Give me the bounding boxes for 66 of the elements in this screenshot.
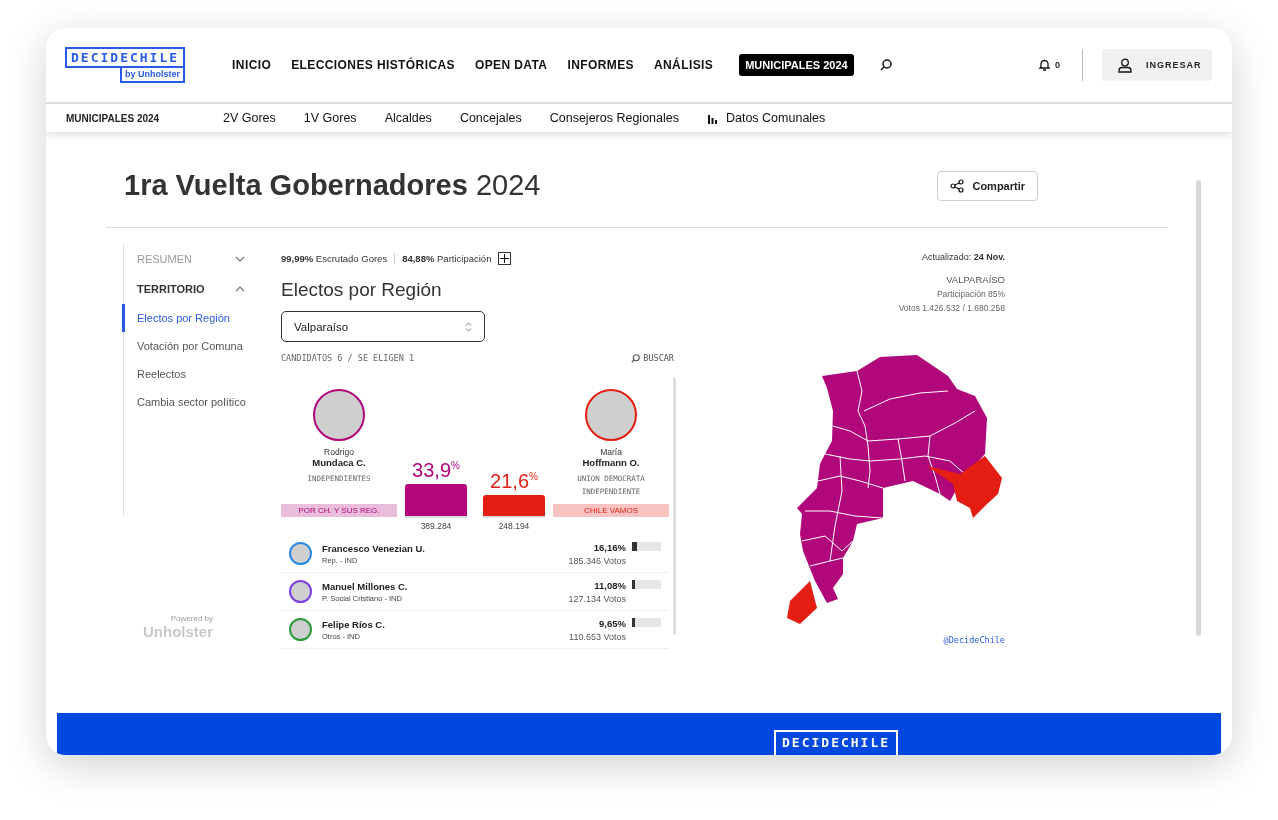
banner-logo: DECIDECHILE — [774, 730, 899, 755]
plus-icon — [500, 254, 510, 263]
subnav-link[interactable]: 1V Gores — [303, 111, 357, 125]
sidebar-section[interactable]: TERRITORIO — [124, 274, 245, 304]
updated-text: Actualizado: 24 Nov. — [922, 252, 1005, 262]
subnav-link[interactable]: Alcaldes — [384, 111, 432, 125]
nav-link[interactable]: OPEN DATA — [474, 58, 548, 72]
credit-text: @DecideChile — [943, 635, 1005, 645]
page-title: 1ra Vuelta Gobernadores 2024 — [124, 169, 541, 202]
subnav-link[interactable]: Concejales — [459, 111, 522, 125]
scrollbar[interactable] — [1196, 180, 1201, 636]
votes-text: Votos 1.426.532 / 1.680.258 — [898, 303, 1005, 313]
sidebar-item[interactable]: Electos por Región — [122, 304, 281, 332]
candidate-votes: 248.194 — [498, 521, 530, 531]
section-heading: Electos por Región — [281, 279, 443, 301]
stat-text: 99,99% Escrutado Gores — [281, 253, 388, 264]
login-button[interactable]: INGRESAR — [1102, 49, 1212, 81]
candidate-percent: 21,6$^{%}$ — [490, 470, 538, 494]
expand-button[interactable] — [498, 252, 512, 265]
sidebar-item[interactable]: Reelectos — [124, 360, 281, 388]
nav-link[interactable]: ELECCIONES HISTÓRICAS — [291, 58, 455, 72]
candidate-votes: 389.284 — [420, 521, 452, 531]
nav-link[interactable]: ANÁLISIS — [653, 58, 714, 72]
candidate-last-name: Mundaca C. — [312, 457, 366, 468]
pact-tag: CHILE VAMOS — [553, 504, 669, 517]
share-icon — [950, 178, 965, 193]
subnav-link[interactable]: Consejeros Regionales — [549, 111, 679, 125]
subnav-link[interactable]: 2V Gores — [223, 111, 276, 125]
candidate-name: Manuel Millones C. — [322, 580, 409, 592]
participation-text: Participación 85% — [936, 289, 1005, 299]
chevron-icon — [235, 256, 245, 262]
candidate-votes: 127.134 Votos — [568, 593, 626, 604]
candidate-percent: 11,08% — [594, 579, 626, 591]
bar-chart-icon — [706, 112, 718, 124]
sidebar-item[interactable]: Cambia sector político — [124, 388, 281, 416]
pact-tag: POR CH. Y SUS REG. — [281, 504, 397, 517]
candidates-count: CANDIDATOS 6 / SE ELIGEN 1 — [281, 353, 415, 363]
candidate-first-name: María — [600, 447, 622, 457]
chevron-icon — [235, 286, 245, 292]
nav-link[interactable]: INICIO — [232, 58, 272, 72]
region-select[interactable]: Valparaíso — [281, 311, 485, 342]
updown-icon — [465, 321, 472, 332]
candidate-votes: 185.346 Votos — [568, 555, 626, 566]
search-link[interactable]: BUSCAR — [631, 353, 674, 363]
subnav-link[interactable]: Datos Comunales — [706, 111, 826, 125]
bell-icon[interactable] — [1038, 58, 1051, 72]
stat-text: 84,88% Participación — [402, 253, 492, 264]
candidate-name: Felipe Ríos C. — [322, 618, 386, 630]
region-name: VALPARAÍSO — [946, 274, 1005, 285]
sidebar-item[interactable]: Votación por Comuna — [124, 332, 281, 360]
user-icon — [1118, 57, 1132, 73]
candidate-percent: 16,16% — [593, 541, 626, 553]
share-button[interactable]: Compartir — [937, 170, 1038, 201]
candidate-name: Francesco Venezian U. — [322, 542, 426, 554]
candidate-votes: 110.653 Votos — [569, 631, 626, 642]
candidate-last-name: Hoffmann O. — [582, 457, 640, 468]
section-title: MUNICIPALES 2024 — [66, 112, 161, 124]
scrollbar[interactable] — [673, 377, 676, 635]
candidate-percent: 33,9$^{%}$ — [412, 458, 460, 482]
candidate-percent: 9,65% — [599, 617, 626, 629]
nav-link[interactable]: INFORMES — [567, 58, 634, 72]
nav-badge-link[interactable]: MUNICIPALES 2024 — [739, 54, 854, 76]
search-icon — [631, 353, 641, 363]
search-icon[interactable] — [879, 59, 892, 71]
notification-count: 0 — [1055, 60, 1060, 70]
candidate-first-name: Rodrigo — [324, 447, 354, 457]
